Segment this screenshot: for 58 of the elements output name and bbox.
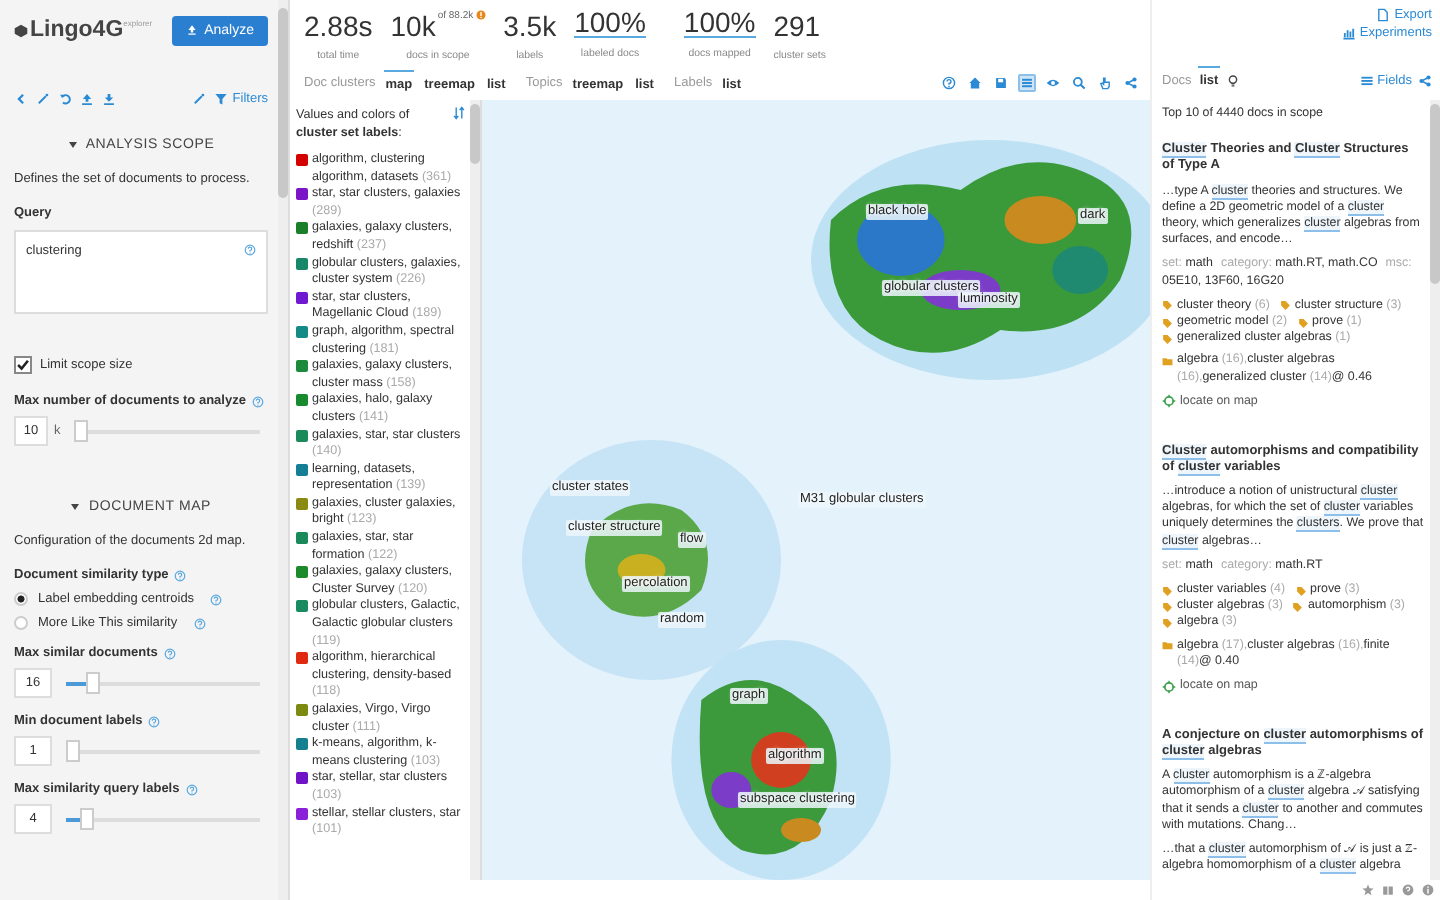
help-icon[interactable]	[210, 593, 223, 605]
slider-thumb[interactable]	[74, 420, 89, 442]
help-icon[interactable]	[244, 244, 256, 256]
stat-value: 100%	[574, 10, 646, 38]
folder-icon	[1162, 355, 1173, 367]
sort-icon[interactable]	[452, 106, 466, 120]
wand-icon[interactable]	[192, 91, 207, 105]
help-tool-button[interactable]	[940, 74, 958, 92]
star-icon[interactable]	[1362, 884, 1374, 896]
scrollbar[interactable]	[470, 100, 480, 880]
stat-value: 2.88s	[304, 10, 373, 42]
home-tool-button[interactable]	[966, 74, 984, 92]
upload-icon[interactable]	[80, 91, 94, 105]
slider-thumb[interactable]	[79, 808, 94, 830]
save-tool-button[interactable]	[992, 74, 1010, 92]
share-icon[interactable]	[1418, 73, 1432, 87]
download-icon[interactable]	[102, 91, 116, 105]
upload-icon	[186, 24, 199, 36]
help-icon[interactable]	[174, 569, 187, 581]
document-icon	[1376, 8, 1391, 22]
slider-thumb[interactable]	[85, 672, 100, 694]
radio-button[interactable]	[14, 592, 28, 606]
undo-icon[interactable]	[58, 91, 72, 105]
scrollbar[interactable]	[1430, 100, 1440, 880]
list-tool-button[interactable]	[1018, 74, 1036, 92]
checkbox[interactable]	[14, 356, 32, 374]
cluster-map-drawing[interactable]	[482, 100, 1150, 880]
help-icon[interactable]	[193, 617, 206, 629]
crosshair-icon	[1162, 679, 1176, 694]
help-icon[interactable]	[148, 715, 161, 727]
book-icon[interactable]	[1382, 884, 1394, 896]
list-icon	[1359, 73, 1374, 87]
lightbulb-icon[interactable]	[1226, 73, 1241, 87]
info-icon[interactable]	[1422, 884, 1434, 896]
bar-chart-icon	[1341, 26, 1356, 40]
search-tool-button[interactable]	[1070, 74, 1088, 92]
help-icon[interactable]	[163, 647, 176, 659]
stat-value: 3.5k	[503, 10, 557, 42]
radio-button[interactable]	[14, 616, 28, 630]
caret-icon[interactable]	[70, 501, 81, 511]
stat-value: 100%	[683, 10, 756, 38]
caret-icon[interactable]	[67, 139, 78, 149]
scrollbar[interactable]	[278, 0, 288, 900]
slider-thumb[interactable]	[66, 740, 80, 762]
warning-icon[interactable]	[475, 10, 486, 20]
eye-tool-button[interactable]	[1044, 74, 1062, 92]
logo-icon	[14, 24, 28, 38]
hand-tool-button[interactable]	[1096, 74, 1114, 92]
stat-value: 291	[773, 10, 821, 42]
folder-icon	[1162, 640, 1173, 652]
share-tool-button[interactable]	[1122, 74, 1140, 92]
wand-icon[interactable]	[36, 91, 50, 105]
filter-icon	[214, 91, 229, 105]
stat-value: 10k	[390, 10, 436, 42]
help-icon[interactable]	[185, 783, 198, 795]
back-icon[interactable]	[14, 91, 28, 105]
crosshair-icon	[1162, 394, 1176, 409]
help-icon[interactable]	[251, 395, 264, 407]
